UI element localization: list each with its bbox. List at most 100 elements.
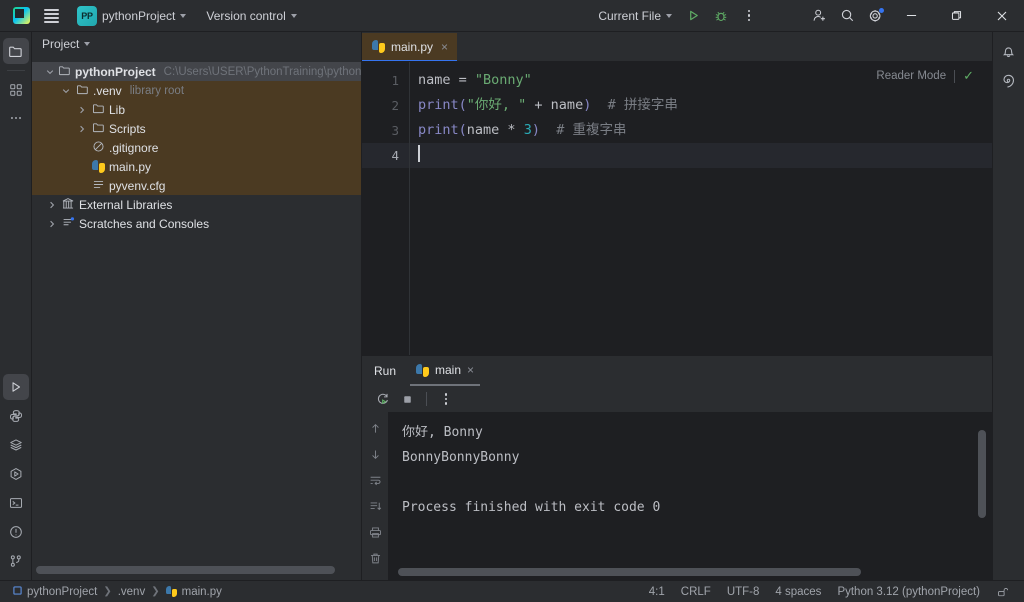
ai-assistant-tool-window-button[interactable]: [996, 68, 1022, 94]
add-account-icon[interactable]: [805, 3, 833, 29]
run-tab-label: main: [435, 363, 461, 377]
run-panel-title: Run: [374, 364, 396, 378]
unlocked-padlock-icon[interactable]: [988, 583, 1016, 601]
tree-item-main-py[interactable]: main.py: [32, 157, 361, 176]
project-panel-header[interactable]: Project: [32, 32, 361, 56]
tree-item-scratches-and-consoles[interactable]: Scratches and Consoles: [32, 214, 361, 233]
line-number: 3: [362, 118, 409, 143]
code-token: + name: [526, 97, 583, 113]
tree-item-external-libraries[interactable]: External Libraries: [32, 195, 361, 214]
caret-position-widget[interactable]: 4:1: [641, 583, 673, 601]
main-menu-icon[interactable]: [36, 3, 66, 29]
close-run-tab-icon[interactable]: ×: [467, 363, 474, 377]
tree-item-label: Lib: [109, 103, 125, 117]
indent-widget[interactable]: 4 spaces: [767, 583, 829, 601]
breadcrumb-pythonproject[interactable]: pythonProject: [8, 583, 102, 601]
tree-item-venv[interactable]: .venv library root: [32, 81, 361, 100]
rerun-button[interactable]: [372, 388, 394, 410]
python-file-icon: [92, 160, 105, 173]
line-number: 1: [362, 68, 409, 93]
folder-icon: [76, 83, 89, 99]
breadcrumb-venv[interactable]: .venv: [113, 583, 151, 601]
chevron-right-icon[interactable]: [46, 220, 58, 228]
editor-tab-main-py[interactable]: main.py ×: [362, 33, 457, 62]
console-output[interactable]: 你好, Bonny BonnyBonnyBonny Process finish…: [388, 412, 992, 580]
next-occurrence-icon[interactable]: [365, 444, 385, 464]
scrollbar-thumb[interactable]: [398, 568, 861, 576]
reader-mode-divider: [954, 70, 955, 83]
tree-item-pythonproject[interactable]: pythonProject C:\Users\USER\PythonTraini…: [32, 62, 361, 81]
chevron-down-icon[interactable]: [60, 87, 72, 95]
tree-item-scripts[interactable]: Scripts: [32, 119, 361, 138]
run-tab-main[interactable]: main ×: [410, 357, 480, 386]
inspections-ok-check-icon[interactable]: ✓: [963, 68, 974, 84]
minimize-window-button[interactable]: [889, 0, 934, 32]
search-icon[interactable]: [833, 3, 861, 29]
chevron-right-icon[interactable]: [76, 106, 88, 114]
scrollbar-thumb[interactable]: [36, 566, 335, 574]
notifications-tool-window-button[interactable]: [996, 38, 1022, 64]
reader-mode-widget[interactable]: Reader Mode ✓: [876, 68, 974, 84]
settings-gear-icon[interactable]: [861, 3, 889, 29]
project-panel-hscrollbar[interactable]: [36, 566, 347, 574]
tree-item-pyvenv-cfg[interactable]: pyvenv.cfg: [32, 176, 361, 195]
more-options-icon[interactable]: [735, 3, 763, 29]
debug-button[interactable]: [707, 3, 735, 29]
tree-item-label: Scratches and Consoles: [79, 217, 209, 231]
tree-item-label: pythonProject: [75, 65, 156, 79]
interpreter-widget[interactable]: Python 3.12 (pythonProject): [829, 583, 988, 601]
console-line: Process finished with exit code 0: [402, 495, 992, 520]
stripe-divider: [7, 70, 25, 71]
code-comment: # 拼接字串: [591, 97, 678, 113]
scroll-to-end-icon[interactable]: [365, 496, 385, 516]
console-horizontal-scrollbar[interactable]: [398, 568, 970, 576]
tree-item-lib[interactable]: Lib: [32, 100, 361, 119]
python-packages-tool-window-button[interactable]: [3, 403, 29, 429]
editor-viewport[interactable]: Reader Mode ✓ 1 2 3 4 name = "Bonny" pri…: [362, 62, 992, 355]
project-widget[interactable]: PP pythonProject: [70, 4, 193, 28]
code-token: ): [532, 122, 540, 138]
main-body: Project pythonProject C:\Users\USER\Pyth…: [0, 32, 1024, 580]
stop-button[interactable]: [396, 388, 418, 410]
plugins-tool-window-button[interactable]: [3, 461, 29, 487]
problems-tool-window-button[interactable]: [3, 519, 29, 545]
editor-code-content[interactable]: name = "Bonny" print("你好, " + name) # 拼接…: [410, 62, 992, 355]
breadcrumb-main-py[interactable]: main.py: [161, 583, 227, 601]
project-panel-title: Project: [42, 37, 79, 51]
run-configuration-label: Current File: [598, 9, 661, 23]
pycharm-logo-icon[interactable]: [6, 3, 36, 29]
structure-tool-window-button[interactable]: [3, 77, 29, 103]
close-tab-icon[interactable]: ×: [441, 40, 448, 54]
chevron-down-icon[interactable]: [46, 68, 54, 76]
terminal-tool-window-button[interactable]: [3, 490, 29, 516]
run-button[interactable]: [679, 3, 707, 29]
prev-occurrence-icon[interactable]: [365, 418, 385, 438]
more-tool-windows-button[interactable]: [3, 105, 29, 131]
maximize-window-button[interactable]: [934, 0, 979, 32]
run-more-button[interactable]: [435, 388, 457, 410]
editor-gutter[interactable]: 1 2 3 4: [362, 62, 410, 355]
left-stripe-bottom: [3, 374, 29, 580]
left-tool-stripe: [0, 32, 32, 580]
soft-wrap-icon[interactable]: [365, 470, 385, 490]
close-window-button[interactable]: [979, 0, 1024, 32]
project-tool-window-button[interactable]: [3, 38, 29, 64]
encoding-widget[interactable]: UTF-8: [719, 583, 768, 601]
run-tool-window-button[interactable]: [3, 374, 29, 400]
run-configuration-widget[interactable]: Current File: [591, 4, 679, 28]
git-tool-window-button[interactable]: [3, 548, 29, 574]
console-vertical-scrollbar[interactable]: [978, 430, 986, 518]
tree-item-label: External Libraries: [79, 198, 172, 212]
printer-icon[interactable]: [365, 522, 385, 542]
code-line-3: print(name * 3) # 重複字串: [410, 118, 992, 143]
tree-item-label: .venv: [93, 84, 122, 98]
chevron-right-icon[interactable]: [46, 201, 58, 209]
left-stripe-top: [3, 32, 29, 131]
services-tool-window-button[interactable]: [3, 432, 29, 458]
tree-item-gitignore[interactable]: .gitignore: [32, 138, 361, 157]
version-control-widget[interactable]: Version control: [199, 4, 303, 28]
trash-icon[interactable]: [365, 548, 385, 568]
tree-item-label: .gitignore: [109, 141, 158, 155]
line-separator-widget[interactable]: CRLF: [673, 583, 719, 601]
chevron-right-icon[interactable]: [76, 125, 88, 133]
